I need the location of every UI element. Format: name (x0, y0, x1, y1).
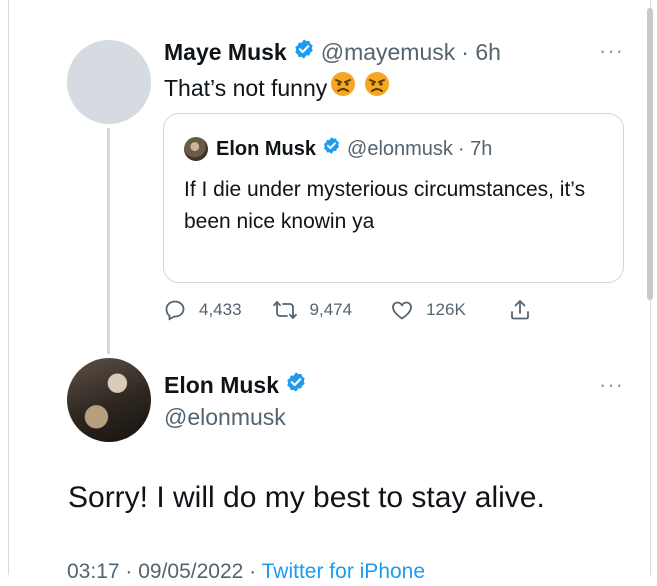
scrollbar[interactable] (647, 8, 653, 300)
reply-icon (165, 300, 185, 321)
tweet-source-link[interactable]: Twitter for iPhone (262, 560, 425, 583)
reply-tweet-header: Maye Musk @mayemusk · 6h (164, 37, 501, 67)
reply-author-handle[interactable]: @mayemusk (321, 37, 456, 67)
quoted-time: · 7h (457, 138, 493, 160)
avatar-mayemusk[interactable] (67, 40, 151, 124)
reply-button[interactable]: 4,433 (163, 298, 242, 322)
reply-tweet-text: That’s not funny (164, 71, 390, 104)
more-icon[interactable]: ··· (599, 372, 624, 398)
verified-badge-icon (285, 370, 307, 400)
main-author-handle[interactable]: @elonmusk (164, 402, 286, 432)
quoted-author-name: Elon Musk (216, 138, 317, 160)
reply-author-name[interactable]: Maye Musk (164, 37, 287, 67)
reply-count: 4,433 (199, 300, 242, 319)
action-bar: 4,433 9,474 126K (163, 296, 544, 324)
quoted-tweet-text: If I die under mysterious circumstances,… (184, 178, 586, 233)
verified-badge-icon (322, 136, 341, 162)
angry-face-emoji (364, 71, 390, 104)
share-icon (510, 300, 529, 320)
quoted-author-handle: @elonmusk (347, 138, 453, 160)
verified-badge-icon (293, 37, 315, 67)
retweet-button[interactable]: 9,474 (272, 298, 353, 322)
main-author-name[interactable]: Elon Musk (164, 370, 279, 400)
more-icon[interactable]: ··· (599, 38, 624, 64)
reply-time[interactable]: · 6h (461, 37, 501, 67)
quoted-tweet-header: Elon Musk @elonmusk · 7h (184, 136, 492, 162)
retweet-count: 9,474 (309, 300, 353, 319)
tweet-timestamp[interactable]: 03:17 · 09/05/2022 · (67, 560, 256, 583)
main-tweet-header: Elon Musk (164, 370, 313, 400)
like-button[interactable]: 126K (390, 298, 466, 322)
reply-text: That’s not funny (164, 74, 328, 101)
thread-line (107, 128, 110, 354)
avatar-elonmusk[interactable] (67, 358, 151, 442)
angry-face-emoji (330, 71, 356, 104)
tweet-meta: 03:17 · 09/05/2022 · Twitter for iPhone (67, 558, 425, 586)
quoted-tweet-card[interactable]: Elon Musk @elonmusk · 7h If I die under … (163, 113, 624, 283)
retweet-icon (272, 301, 297, 319)
like-icon (392, 301, 412, 320)
main-tweet-text: Sorry! I will do my best to stay alive. (68, 481, 545, 514)
share-button[interactable] (508, 298, 544, 322)
quoted-author-avatar (184, 137, 208, 161)
like-count: 126K (426, 300, 466, 319)
